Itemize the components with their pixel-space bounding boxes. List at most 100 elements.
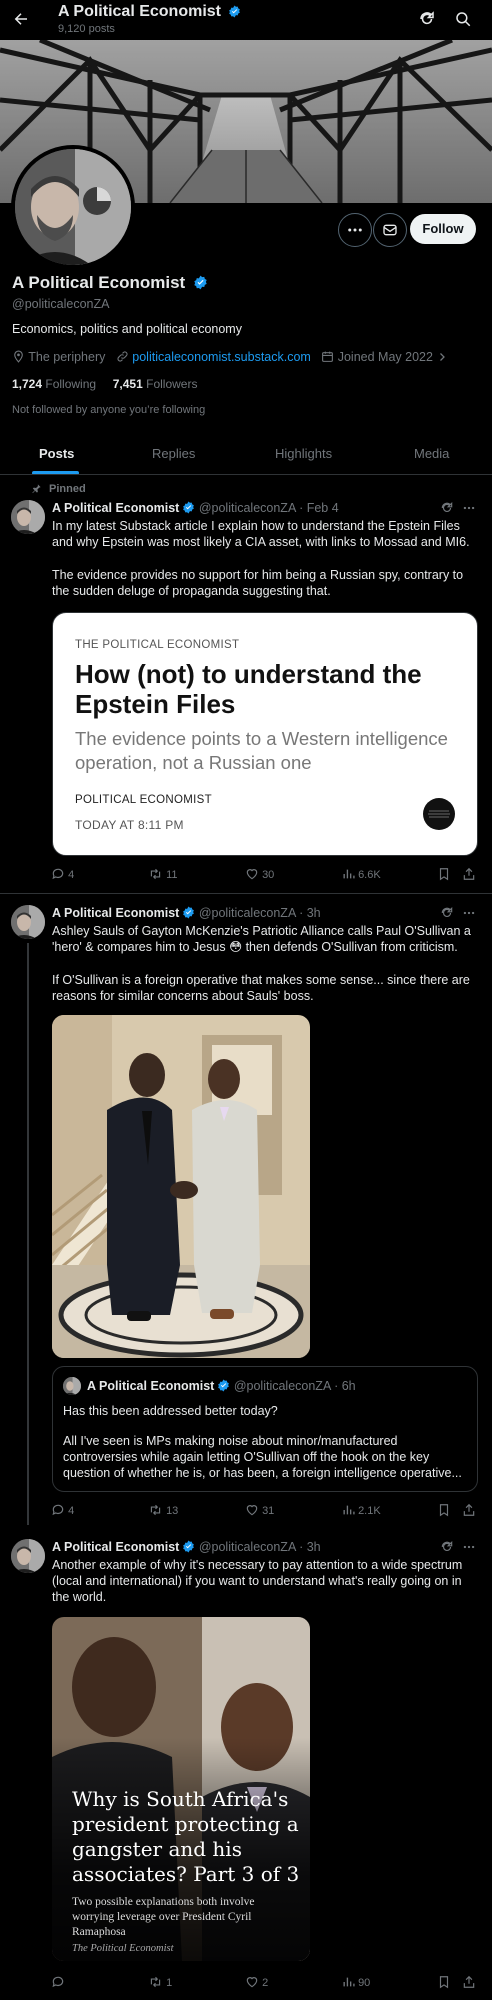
profile-avatar[interactable] (11, 145, 135, 269)
search-icon[interactable] (454, 10, 472, 28)
tab-replies[interactable]: Replies (152, 446, 195, 461)
tab-highlights[interactable]: Highlights (275, 446, 332, 461)
link-card[interactable]: THE POLITICAL ECONOMIST How (not) to und… (52, 612, 478, 856)
bookmark-icon[interactable] (437, 867, 451, 881)
card-time: TODAY AT 8:11 PM (75, 818, 184, 832)
bookmark-icon[interactable] (437, 1975, 451, 1989)
share-icon[interactable] (462, 867, 476, 881)
repost-icon (148, 867, 163, 881)
tab-posts[interactable]: Posts (39, 446, 74, 461)
tab-media[interactable]: Media (414, 446, 449, 461)
calendar-icon (321, 350, 334, 363)
like-icon (245, 1503, 259, 1517)
post-author-line: A Political Economist @politicaleconZA ·… (52, 1540, 321, 1554)
reply-button[interactable] (51, 1975, 65, 1989)
followers-link[interactable]: 7,451 Followers (113, 377, 198, 391)
like-button[interactable]: 31 (245, 1503, 274, 1517)
pinned-row: Pinned (32, 483, 86, 495)
post-text: Another example of why it's necessary to… (52, 1558, 463, 1604)
post-author-line: A Political Economist @politicaleconZA ·… (52, 501, 339, 515)
header-title: A Political Economist (58, 3, 241, 21)
message-button[interactable] (373, 213, 407, 247)
post-author-name[interactable]: A Political Economist (52, 906, 179, 920)
repost-icon (148, 1975, 163, 1989)
like-button[interactable]: 30 (245, 867, 274, 881)
chevron-right-icon[interactable] (436, 351, 448, 363)
post-handle-time: @politicaleconZA · 3h (198, 1540, 321, 1554)
post-avatar[interactable] (11, 905, 45, 939)
reply-icon (51, 1503, 65, 1517)
quote-author-line: A Political Economist @politicaleconZA ·… (87, 1379, 356, 1393)
post-text: In my latest Substack article I explain … (52, 519, 470, 549)
post-author-name[interactable]: A Political Economist (52, 1540, 179, 1554)
top-bar: A Political Economist 9,120 posts (0, 0, 492, 40)
post-divider (0, 893, 492, 894)
quoted-post[interactable]: A Political Economist @politicaleconZA ·… (52, 1366, 478, 1492)
follow-button[interactable]: Follow (410, 214, 476, 244)
card-publication: POLITICAL ECONOMIST (75, 794, 212, 806)
profile-bio: Economics, politics and political econom… (12, 322, 242, 336)
post-handle-time: @politicaleconZA · Feb 4 (198, 501, 339, 515)
like-icon (245, 867, 259, 881)
post-photo[interactable] (52, 1015, 310, 1358)
quote-text: Has this been addressed better today? (63, 1404, 278, 1418)
like-count: 31 (262, 1505, 275, 1517)
profile-joined: Joined May 2022 (337, 350, 433, 364)
post-avatar[interactable] (11, 500, 45, 534)
views-icon (342, 1503, 355, 1517)
views-count: 6.6K (358, 869, 381, 881)
following-label: Following (45, 377, 97, 391)
more-icon[interactable] (462, 1540, 476, 1554)
article-image-card[interactable]: Why is South Africa's president protecti… (52, 1617, 310, 1961)
more-icon[interactable] (462, 501, 476, 515)
repost-button[interactable]: 13 (148, 1503, 178, 1517)
share-icon[interactable] (462, 1503, 476, 1517)
post-text: If O'Sullivan is a foreign operative tha… (52, 973, 470, 1003)
reply-button[interactable]: 4 (51, 1503, 74, 1517)
tabs-divider (0, 474, 492, 475)
article-subtitle: Two possible explanations both involve w… (72, 1896, 255, 1938)
verified-badge-icon (182, 1540, 195, 1553)
profile-website-link[interactable]: politicaleconomist.substack.com (132, 350, 311, 364)
post-author-line: A Political Economist @politicaleconZA ·… (52, 906, 321, 920)
verified-badge-icon (228, 5, 241, 18)
views-button[interactable]: 2.1K (342, 1503, 381, 1517)
reply-count: 4 (68, 1505, 75, 1517)
like-button[interactable]: 2 (245, 1975, 268, 1989)
views-button[interactable]: 90 (342, 1975, 370, 1989)
card-title: How (not) to understand the Epstein File… (75, 659, 422, 719)
post-avatar[interactable] (11, 1539, 45, 1573)
bookmark-icon[interactable] (437, 1503, 451, 1517)
more-icon[interactable] (462, 906, 476, 920)
share-icon[interactable] (462, 1975, 476, 1989)
followers-count: 7,451 (112, 377, 143, 391)
repost-button[interactable]: 11 (148, 867, 177, 881)
reply-button[interactable]: 4 (51, 867, 74, 881)
following-link[interactable]: 1,724 Following (12, 377, 96, 391)
grok-icon[interactable] (418, 10, 436, 28)
repost-button[interactable]: 1 (148, 1975, 172, 1989)
repost-count: 1 (166, 1977, 173, 1989)
views-icon (342, 1975, 355, 1989)
followers-label: Followers (146, 377, 198, 391)
post-author-name[interactable]: A Political Economist (52, 501, 179, 515)
pin-icon (31, 483, 42, 494)
grok-icon[interactable] (440, 1540, 454, 1554)
location-icon (12, 350, 25, 363)
more-options-button[interactable] (338, 213, 372, 247)
thread-line (27, 943, 29, 1525)
profile-handle: @politicaleconZA (12, 297, 110, 311)
reply-icon (51, 867, 65, 881)
header-title-text: A Political Economist (58, 3, 221, 20)
back-arrow-icon[interactable] (12, 10, 30, 28)
grok-icon[interactable] (440, 906, 454, 920)
repost-count: 13 (166, 1505, 179, 1517)
verified-badge-icon (182, 501, 195, 514)
views-icon (342, 867, 355, 881)
repost-icon (148, 1503, 163, 1517)
views-button[interactable]: 6.6K (342, 867, 381, 881)
verified-badge-icon (182, 906, 195, 919)
pinned-label: Pinned (49, 483, 86, 495)
post-text: Ashley Sauls of Gayton McKenzie's Patrio… (52, 924, 471, 954)
grok-icon[interactable] (440, 501, 454, 515)
